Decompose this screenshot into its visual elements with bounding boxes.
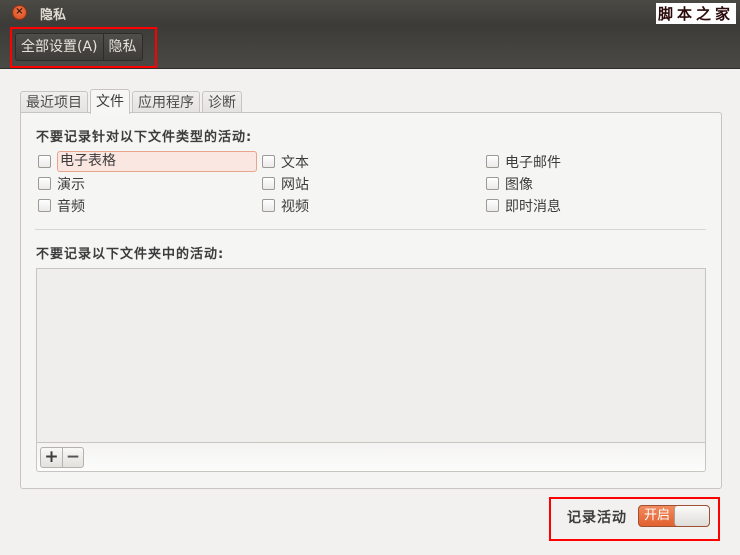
checkbox-label: 电子邮件 <box>505 154 561 171</box>
checkbox-label: 网站 <box>281 176 309 193</box>
checkbox-box[interactable] <box>38 177 51 190</box>
switch-state-label: 开启 <box>644 508 671 523</box>
checkbox-instant-messages[interactable]: 即时消息 <box>486 195 561 216</box>
close-icon: × <box>15 6 24 17</box>
checkbox-video[interactable]: 视频 <box>262 195 309 216</box>
section-separator <box>35 229 706 230</box>
checkbox-label: 即时消息 <box>505 198 561 215</box>
checkbox-box[interactable] <box>486 177 499 190</box>
checkbox-image[interactable]: 图像 <box>486 173 533 194</box>
excluded-folders-list[interactable] <box>36 268 706 443</box>
window-title: 隐私 <box>40 8 67 23</box>
checkbox-box[interactable] <box>486 199 499 212</box>
checkbox-box[interactable] <box>262 177 275 190</box>
checkbox-label: 电子表格 <box>57 151 257 172</box>
checkbox-box[interactable] <box>38 155 51 168</box>
breadcrumb-privacy[interactable]: 隐私 <box>102 34 142 60</box>
close-button[interactable]: × <box>12 5 27 20</box>
checkbox-audio[interactable]: 音频 <box>38 195 85 216</box>
file-types-heading: 不要记录针对以下文件类型的活动: <box>36 130 253 145</box>
tab-applications[interactable]: 应用程序 <box>132 91 200 114</box>
tab-diagnostics[interactable]: 诊断 <box>202 91 242 114</box>
checkbox-label: 演示 <box>57 176 85 193</box>
checkbox-label: 音频 <box>57 198 85 215</box>
record-activity-switch[interactable]: 开启 <box>638 505 710 527</box>
breadcrumb: 全部设置(A) 隐私 <box>15 33 143 61</box>
checkbox-label: 文本 <box>281 154 309 171</box>
checkbox-label: 视频 <box>281 198 309 215</box>
watermark-name: 脚本之家 <box>655 3 736 24</box>
checkbox-presentation[interactable]: 演示 <box>38 173 85 194</box>
checkbox-box[interactable] <box>262 199 275 212</box>
checkbox-box[interactable] <box>486 155 499 168</box>
remove-folder-button[interactable]: − <box>62 448 83 467</box>
tab-bar: 最近项目 文件 应用程序 诊断 <box>20 89 244 114</box>
checkbox-box[interactable] <box>38 199 51 212</box>
folder-list-toolbar: + − <box>36 443 706 472</box>
breadcrumb-all-settings[interactable]: 全部设置(A) <box>16 34 103 60</box>
checkbox-text[interactable]: 文本 <box>262 151 309 172</box>
checkbox-email[interactable]: 电子邮件 <box>486 151 561 172</box>
folders-heading: 不要记录以下文件夹中的活动: <box>36 247 225 262</box>
folder-button-group: + − <box>40 447 84 468</box>
checkbox-website[interactable]: 网站 <box>262 173 309 194</box>
toolbar: 全部设置(A) 隐私 <box>0 25 740 69</box>
switch-knob[interactable] <box>674 506 709 526</box>
add-folder-button[interactable]: + <box>41 448 62 467</box>
checkbox-spreadsheet[interactable]: 电子表格 <box>38 151 257 172</box>
checkbox-box[interactable] <box>262 155 275 168</box>
checkbox-label: 图像 <box>505 176 533 193</box>
tab-files[interactable]: 文件 <box>90 89 130 114</box>
title-bar: × 隐私 脚本之家 www.Jb51.net <box>0 0 740 38</box>
record-activity-label: 记录活动 <box>567 510 627 526</box>
tab-recent-items[interactable]: 最近项目 <box>20 91 88 114</box>
